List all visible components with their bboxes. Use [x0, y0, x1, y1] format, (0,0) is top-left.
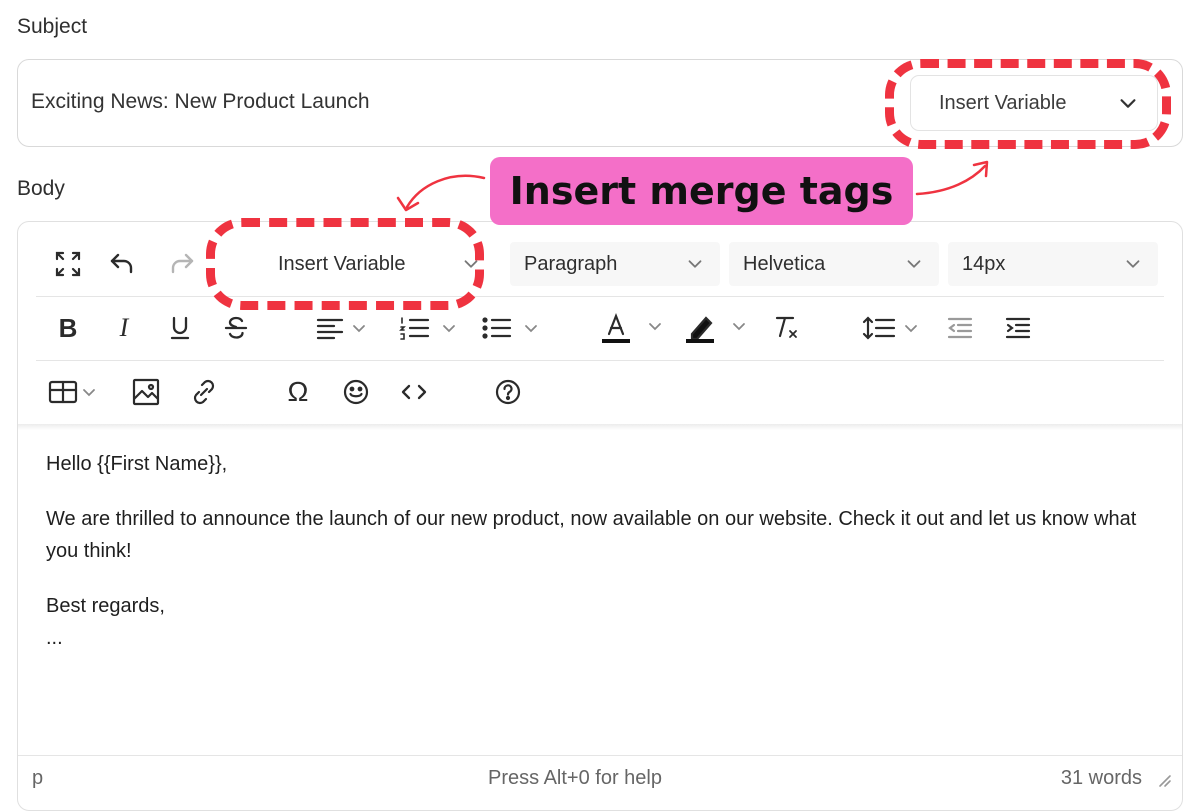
arrow-right-icon	[915, 164, 987, 196]
callout-arrows	[396, 160, 989, 212]
